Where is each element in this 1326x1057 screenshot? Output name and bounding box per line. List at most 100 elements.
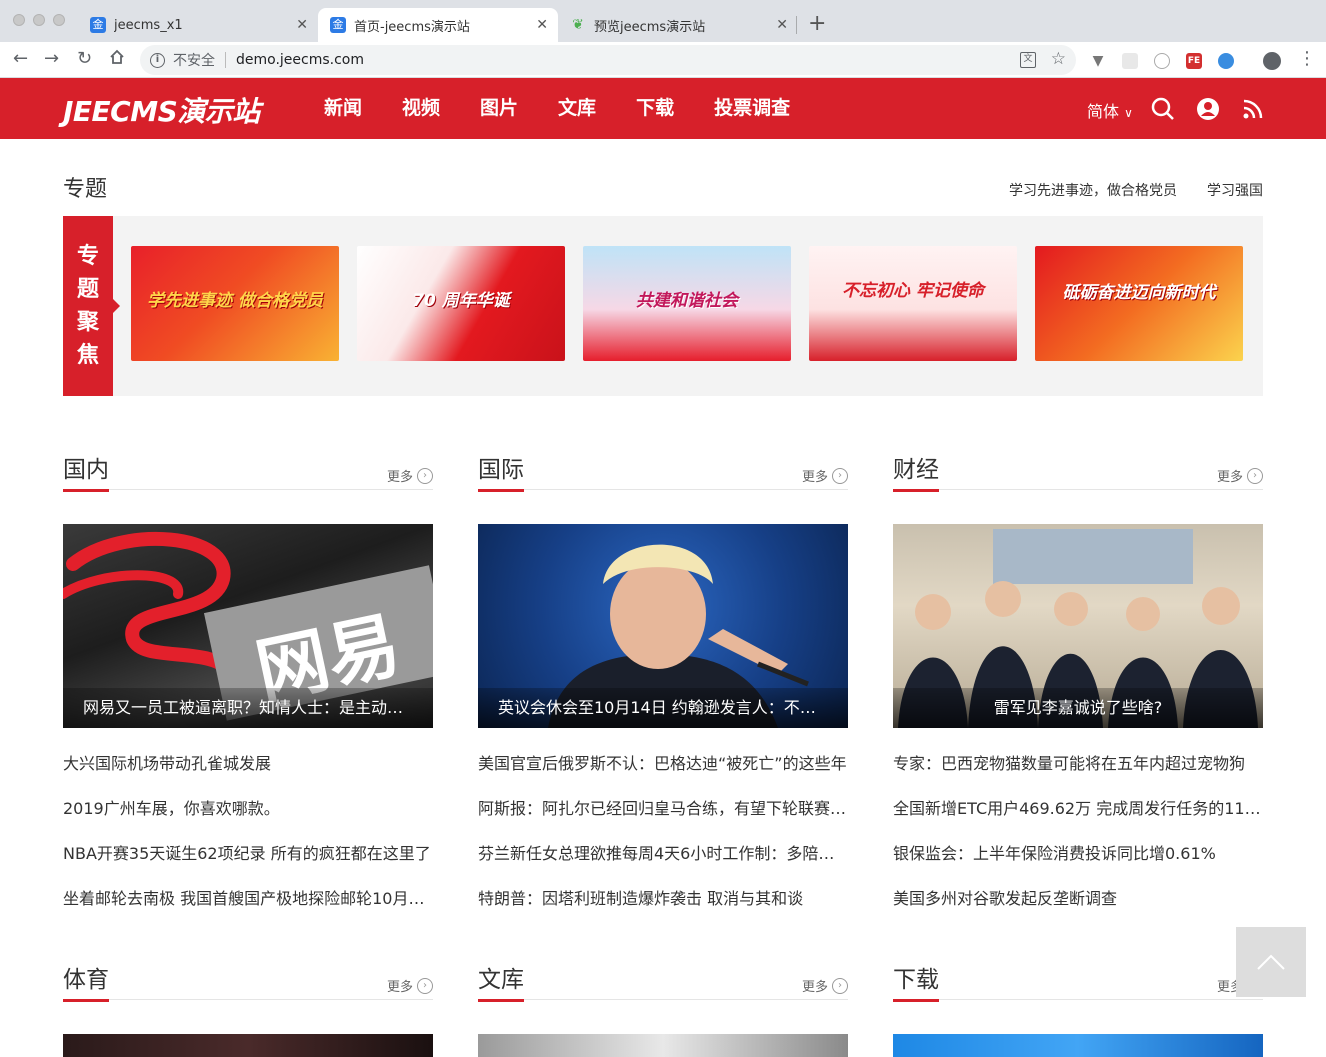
rss-icon[interactable] — [1240, 96, 1266, 122]
list-item[interactable]: 大兴国际机场带动孔雀城发展 — [63, 752, 433, 797]
more-link[interactable]: 更多 › — [387, 466, 433, 485]
banner-text: 共建和谐社会 — [636, 291, 738, 311]
nav-item-download[interactable]: 下载 — [636, 78, 674, 139]
topic-banner[interactable]: 砥砺奋进迈向新时代 — [1035, 246, 1243, 361]
tab-separator — [796, 16, 797, 34]
news-link[interactable]: 美国官宣后俄罗斯不认：巴格达迪“被死亡”的这些年 — [478, 754, 847, 773]
news-link[interactable]: 特朗普：因塔利班制造爆炸袭击 取消与其和谈 — [478, 889, 803, 908]
section-header-download: 下载 更多› — [893, 966, 1263, 1002]
news-link[interactable]: 芬兰新任女总理欲推每周4天6小时工作制：多陪家人 — [478, 844, 848, 863]
nav-item-news[interactable]: 新闻 — [324, 78, 362, 139]
close-tab-icon[interactable]: ✕ — [296, 17, 308, 33]
news-link[interactable]: 全国新增ETC用户469.62万 完成周发行任务的113.5% — [893, 799, 1263, 818]
list-item[interactable]: 专家：巴西宠物猫数量可能将在五年内超过宠物狗 — [893, 752, 1263, 797]
back-arrow-icon[interactable]: ← — [13, 48, 28, 70]
tab-title: 首页-jeecms演示站 — [354, 19, 470, 35]
topic-banner[interactable]: 不忘初心 牢记使命 — [809, 246, 1017, 361]
section-title[interactable]: 下载 — [893, 966, 939, 1002]
close-tab-icon[interactable]: ✕ — [776, 17, 788, 33]
news-link[interactable]: 坐着邮轮去南极 我国首艘国产极地探险邮轮10月下水 — [63, 889, 433, 908]
hero-image-netease[interactable]: 网易 网易又一员工被逼离职？知情人士：是主动离职 — [63, 524, 433, 728]
news-link[interactable]: 大兴国际机场带动孔雀城发展 — [63, 754, 271, 773]
download-image-preview[interactable] — [893, 1034, 1263, 1057]
close-tab-icon[interactable]: ✕ — [536, 17, 548, 33]
hero-image-speaker[interactable]: 英议会休会至10月14日 约翰逊发言人：不会改变 — [478, 524, 848, 728]
more-label: 更多 — [801, 980, 828, 995]
list-item[interactable]: 特朗普：因塔利班制造爆炸袭击 取消与其和谈 — [478, 887, 848, 932]
news-link[interactable]: 银保监会：上半年保险消费投诉同比增0.61% — [893, 844, 1216, 863]
more-link[interactable]: 更多 › — [802, 466, 848, 485]
topic-banner[interactable]: 70 周年华诞 — [357, 246, 565, 361]
language-label: 简体 — [1087, 102, 1120, 121]
nav-item-images[interactable]: 图片 — [480, 78, 518, 139]
more-link[interactable]: 更多 › — [387, 976, 433, 995]
chevron-right-icon: › — [1247, 467, 1263, 484]
news-link[interactable]: 美国多州对谷歌发起反垄断调查 — [893, 889, 1117, 908]
news-link[interactable]: 专家：巴西宠物猫数量可能将在五年内超过宠物狗 — [893, 754, 1245, 773]
grid-extension-icon[interactable] — [1122, 53, 1138, 69]
topics-badge: 专 题 聚 焦 — [63, 216, 120, 396]
browser-tab-active[interactable]: 金 首页-jeecms演示站 ✕ — [318, 8, 558, 42]
section-title[interactable]: 国际 — [478, 456, 524, 492]
news-link[interactable]: NBA开赛35天诞生62项纪录 所有的疯狂都在这里了 — [63, 844, 431, 863]
globe-extension-icon[interactable] — [1218, 53, 1234, 69]
list-item[interactable]: 美国官宣后俄罗斯不认：巴格达迪“被死亡”的这些年 — [478, 752, 848, 797]
more-link[interactable]: 更多 › — [1217, 466, 1263, 485]
topic-banner[interactable]: 共建和谐社会 — [583, 246, 791, 361]
browser-tab[interactable]: ❦ 预览jeecms演示站 ✕ — [558, 8, 798, 42]
window-zoom-control[interactable] — [53, 14, 65, 26]
chevron-down-icon: ∨ — [1124, 106, 1133, 120]
camera-extension-icon[interactable] — [1154, 53, 1170, 69]
site-info-icon[interactable]: i — [150, 52, 165, 68]
nav-item-video[interactable]: 视频 — [402, 78, 440, 139]
reload-icon[interactable]: ↻ — [77, 48, 92, 70]
news-link[interactable]: 阿斯报：阿扎尔已经回归皇马合练，有望下轮联赛复出 — [478, 799, 848, 818]
url-text[interactable]: demo.jeecms.com — [236, 52, 364, 68]
sports-image-preview[interactable] — [63, 1034, 433, 1057]
browser-menu-icon[interactable]: ⋮ — [1298, 48, 1316, 70]
window-minimize-control[interactable] — [33, 14, 45, 26]
language-select[interactable]: 简体 ∨ — [1087, 98, 1133, 122]
list-item[interactable]: 阿斯报：阿扎尔已经回归皇马合练，有望下轮联赛复出 — [478, 797, 848, 842]
list-item[interactable]: 银保监会：上半年保险消费投诉同比增0.61% — [893, 842, 1263, 887]
list-item[interactable]: 全国新增ETC用户469.62万 完成周发行任务的113.5% — [893, 797, 1263, 842]
back-to-top-button[interactable] — [1236, 927, 1306, 997]
profile-avatar-icon[interactable] — [1263, 52, 1281, 70]
browser-tab[interactable]: 金 jeecms_x1 ✕ — [78, 8, 318, 42]
list-item[interactable]: 2019广州车展，你喜欢哪款。 — [63, 797, 433, 842]
user-icon[interactable] — [1195, 96, 1221, 122]
more-link[interactable]: 更多 › — [802, 976, 848, 995]
bookmark-star-icon[interactable]: ☆ — [1051, 49, 1066, 69]
tab-title: jeecms_x1 — [114, 17, 183, 33]
section-header-sports: 体育 更多 › — [63, 966, 433, 1002]
home-icon[interactable] — [108, 48, 126, 72]
badge-char: 题 — [76, 277, 99, 302]
nav-item-library[interactable]: 文库 — [558, 78, 596, 139]
library-image-preview[interactable] — [478, 1034, 848, 1057]
section-title[interactable]: 体育 — [63, 966, 109, 1002]
list-item[interactable]: 芬兰新任女总理欲推每周4天6小时工作制：多陪家人 — [478, 842, 848, 887]
topic-link[interactable]: 学习先进事迹，做合格党员 — [1009, 180, 1177, 200]
list-item[interactable]: 美国多州对谷歌发起反垄断调查 — [893, 887, 1263, 932]
section-title[interactable]: 文库 — [478, 966, 524, 1002]
site-logo[interactable]: JEECMS演示站 — [63, 90, 260, 130]
new-tab-button[interactable]: + — [808, 12, 826, 36]
fe-extension-icon[interactable]: FE — [1186, 53, 1202, 69]
translate-icon[interactable]: 文 — [1020, 52, 1036, 68]
forward-arrow-icon[interactable]: → — [44, 48, 59, 70]
section-title[interactable]: 国内 — [63, 456, 109, 492]
news-link[interactable]: 2019广州车展，你喜欢哪款。 — [63, 799, 280, 818]
list-item[interactable]: 坐着邮轮去南极 我国首艘国产极地探险邮轮10月下水 — [63, 887, 433, 932]
window-close-control[interactable] — [13, 14, 25, 26]
hero-image-group[interactable]: 雷军见李嘉诚说了些啥? — [893, 524, 1263, 728]
topic-banner[interactable]: 学先进事迹 做合格党员 — [131, 246, 339, 361]
section-title[interactable]: 财经 — [893, 456, 939, 492]
search-icon[interactable] — [1150, 96, 1176, 122]
topic-link[interactable]: 学习强国 — [1207, 180, 1263, 200]
topics-panel: 专 题 聚 焦 学先进事迹 做合格党员 70 周年华诞 共建和谐社会 不忘初心 … — [63, 216, 1263, 396]
nav-item-vote[interactable]: 投票调查 — [714, 78, 790, 139]
list-item[interactable]: NBA开赛35天诞生62项纪录 所有的疯狂都在这里了 — [63, 842, 433, 887]
address-bar[interactable]: i 不安全 demo.jeecms.com 文 ☆ — [140, 45, 1076, 75]
chevron-right-icon: › — [417, 467, 433, 484]
vpn-extension-icon[interactable]: ▼ — [1090, 53, 1106, 69]
